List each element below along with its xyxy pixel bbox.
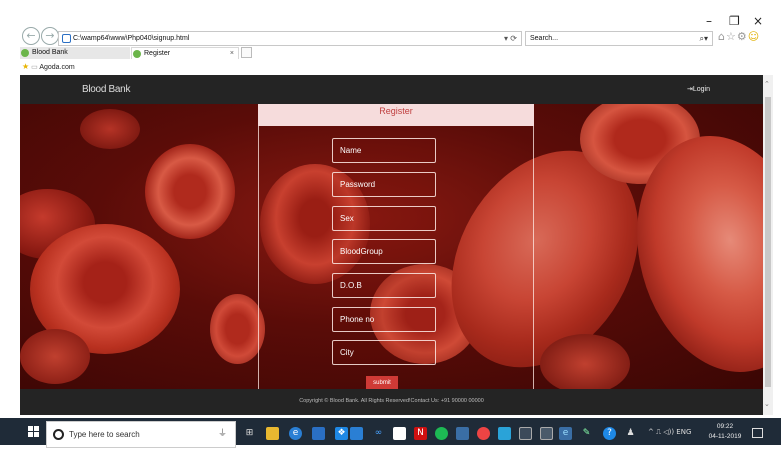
cell-shape (20, 329, 90, 384)
browser-chrome: – ❐ × ← → C:\wamp64\www\Php040\signup.ht… (0, 0, 781, 75)
infinity-icon[interactable]: ∞ (372, 427, 385, 440)
phone-input[interactable]: Phone no (332, 307, 436, 332)
tab-blood-bank[interactable]: Blood Bank (20, 47, 130, 59)
submit-button[interactable]: submit (366, 376, 398, 390)
footer: Copyright © Blood Bank. All Rights Reser… (20, 389, 763, 415)
close-window-button[interactable]: × (753, 14, 763, 28)
favorites-star-icon[interactable]: ☆ (726, 30, 737, 43)
network-app-icon[interactable] (456, 427, 469, 440)
cell-shape (210, 294, 265, 364)
search-icon[interactable]: ⌕▾ (700, 32, 709, 45)
ie-taskbar-icon[interactable]: e (559, 427, 572, 440)
search-box[interactable]: Search... ⌕▾ (525, 31, 713, 46)
search-placeholder: Search... (530, 35, 559, 42)
address-text: C:\wamp64\www\Php040\signup.html (73, 35, 190, 42)
minimize-button[interactable]: – (706, 14, 712, 28)
refresh-icon[interactable]: ▾ ⟳ (504, 32, 517, 45)
smiley-icon[interactable]: ☺ (748, 30, 760, 43)
envelope-icon[interactable] (393, 427, 406, 440)
scroll-up-icon[interactable]: ⌃ (764, 80, 770, 88)
mail-icon[interactable] (350, 427, 363, 440)
tab-register[interactable]: Register × (131, 47, 239, 59)
page-scrollbar[interactable]: ⌃ ⌄ (763, 75, 773, 415)
taskbar: Type here to search ⏚ ⊞ e ❖ ∞ N e ✎ ? ♟ … (0, 415, 781, 462)
system-tray[interactable]: ^ ⎍ ◁)) ENG (648, 428, 691, 437)
taskbar-search[interactable]: Type here to search ⏚ (46, 421, 236, 448)
store-icon[interactable] (312, 427, 325, 440)
tab-favicon-icon (21, 49, 29, 57)
scroll-down-icon[interactable]: ⌄ (764, 400, 770, 408)
cell-shape (540, 334, 630, 394)
clock[interactable]: 09:22 04-11-2019 (706, 422, 744, 442)
favorites-bar: ★ ▭ Agoda.com (22, 62, 75, 71)
tab-label: Register (144, 50, 171, 57)
address-bar[interactable]: C:\wamp64\www\Php040\signup.html ▾ ⟳ (58, 31, 522, 46)
forward-arrow-icon[interactable]: → (41, 27, 59, 45)
clock-time: 09:22 (716, 423, 734, 430)
name-input[interactable]: Name (332, 138, 436, 163)
task-view-icon[interactable]: ⊞ (243, 427, 256, 440)
password-input[interactable]: Password (332, 172, 436, 197)
bloodgroup-input[interactable]: BloodGroup (332, 239, 436, 264)
navbar: Blood Bank ⇥Login (20, 75, 763, 104)
settings-gear-icon[interactable]: ⚙ (737, 30, 748, 43)
favorites-star-icon: ★ (22, 62, 30, 71)
notification-icon[interactable] (752, 428, 763, 438)
city-input[interactable]: City (332, 340, 436, 365)
tab-label: Blood Bank (32, 49, 68, 56)
dob-input[interactable]: D.O.B (332, 273, 436, 298)
toolbar-icons: ⌂☆⚙☺ (718, 30, 760, 43)
login-link[interactable]: ⇥Login (687, 85, 710, 93)
form-title: Register (258, 104, 534, 126)
home-icon[interactable]: ⌂ (718, 30, 726, 43)
back-arrow-icon[interactable]: ← (22, 27, 40, 45)
new-tab-button[interactable] (241, 47, 252, 58)
dropbox-icon[interactable]: ❖ (335, 427, 348, 440)
tab-favicon-icon (133, 50, 141, 58)
netflix-icon[interactable]: N (414, 427, 427, 440)
ie-page-icon (62, 34, 71, 43)
taskbar-strip: Type here to search ⏚ ⊞ e ❖ ∞ N e ✎ ? ♟ … (0, 418, 781, 448)
cell-shape (145, 144, 235, 239)
windows-start-icon[interactable] (28, 426, 40, 438)
edge-icon[interactable]: e (289, 427, 302, 440)
scroll-thumb[interactable] (765, 97, 771, 387)
cell-shape (80, 109, 140, 149)
brand-link[interactable]: Blood Bank (82, 84, 130, 95)
restore-button[interactable]: ❐ (729, 14, 740, 28)
tab-close-icon[interactable]: × (230, 48, 234, 60)
page-viewport: Blood Bank ⇥Login Register Name Password… (20, 75, 763, 415)
microphone-icon[interactable]: ⏚ (218, 422, 227, 447)
calculator-icon[interactable] (540, 427, 553, 440)
people-icon[interactable]: ♟ (624, 427, 637, 440)
file-explorer-icon[interactable] (266, 427, 279, 440)
spotify-icon[interactable] (435, 427, 448, 440)
chrome-icon[interactable] (477, 427, 490, 440)
favorite-link[interactable]: Agoda.com (39, 64, 74, 71)
clock-date: 04-11-2019 (708, 433, 742, 440)
cube-app-icon[interactable] (498, 427, 511, 440)
editor-icon[interactable] (519, 427, 532, 440)
taskbar-search-placeholder: Type here to search (69, 430, 140, 439)
help-icon[interactable]: ? (603, 427, 616, 440)
cortana-icon (53, 429, 64, 440)
sex-input[interactable]: Sex (332, 206, 436, 231)
notepad-icon[interactable]: ✎ (580, 427, 593, 440)
